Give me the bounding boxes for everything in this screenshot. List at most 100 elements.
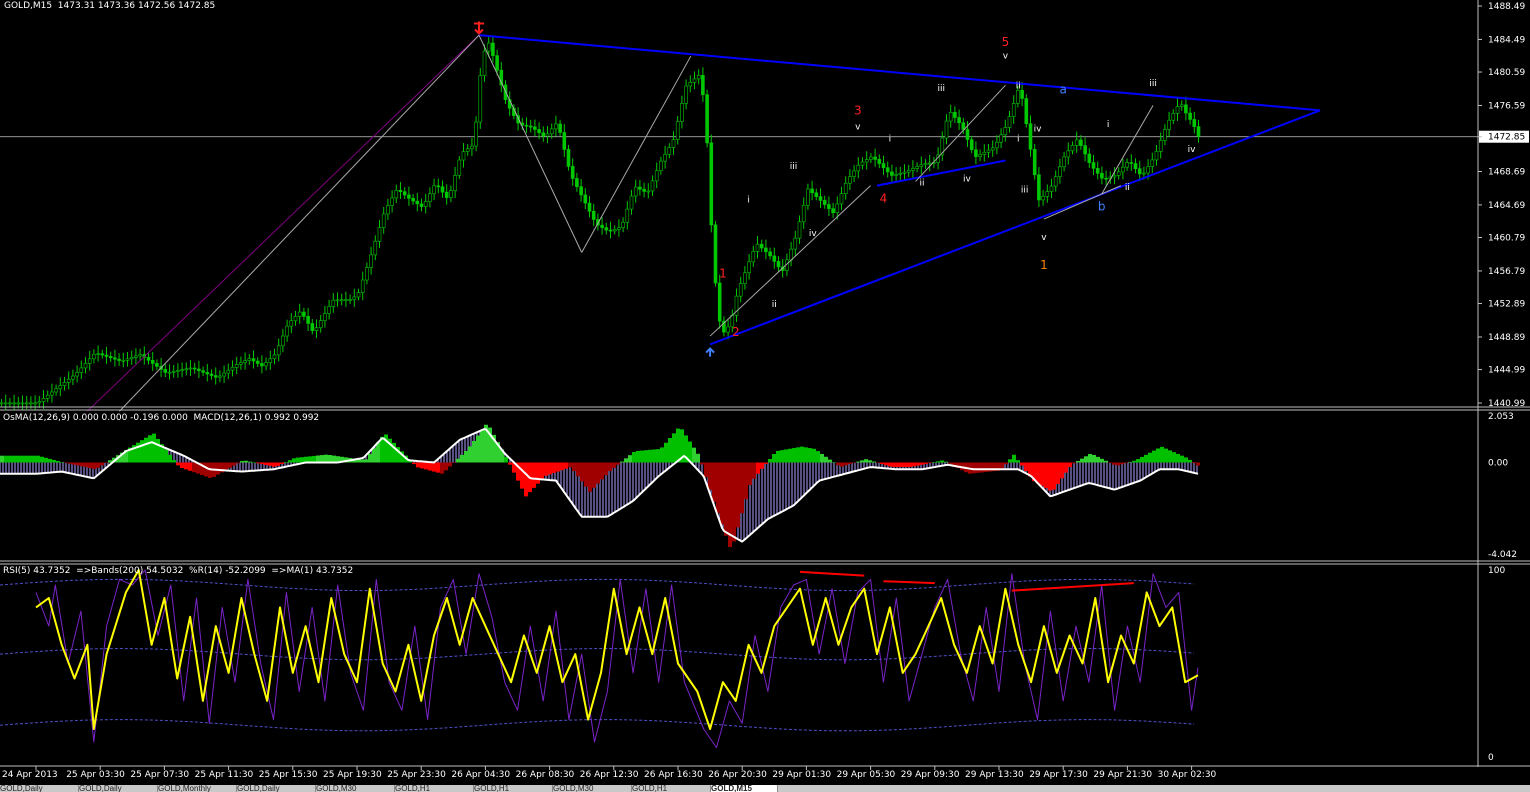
osma-bar	[424, 462, 428, 470]
candle-body	[789, 248, 793, 261]
candle-body	[583, 194, 588, 204]
tab-gold-m30[interactable]: GOLD,M30	[316, 785, 395, 792]
candle-body	[104, 354, 109, 357]
osma-bar	[464, 450, 468, 463]
candle-body	[478, 75, 483, 123]
candle-body	[806, 188, 810, 206]
divergence-line	[799, 570, 865, 577]
osma-bar	[744, 462, 748, 500]
osma-bar	[1160, 446, 1164, 463]
osma-bar	[1184, 457, 1188, 463]
tab-gold-h1[interactable]: GOLD,H1	[395, 785, 474, 792]
candle-body	[1142, 172, 1146, 175]
time-tick-label: 29 Apr 01:30	[772, 770, 831, 780]
candle-body	[24, 402, 29, 405]
osma-bar	[180, 462, 184, 468]
tab-gold-daily[interactable]: GOLD,Daily	[0, 785, 79, 792]
time-tick-label: 25 Apr 07:30	[130, 770, 189, 780]
candle-body	[394, 189, 399, 199]
candle-body	[1024, 98, 1029, 124]
candle-body	[1146, 166, 1150, 174]
osma-bar	[1072, 462, 1076, 464]
osma-bar	[1164, 448, 1168, 463]
candle-body	[633, 186, 638, 197]
tab-gold-h1[interactable]: GOLD,H1	[632, 785, 711, 792]
osma-bar	[448, 462, 452, 467]
time-tick-label: 25 Apr 03:30	[66, 770, 125, 780]
candle-body	[83, 363, 88, 369]
osma-bar	[8, 455, 12, 463]
candle-body	[251, 358, 256, 362]
osma-bar	[368, 453, 372, 463]
osma-bar	[0, 455, 4, 463]
candle-body	[650, 180, 655, 192]
osma-bar	[876, 462, 880, 463]
osma-bar	[628, 455, 632, 463]
osma-bar	[920, 462, 924, 465]
osma-bar	[652, 449, 656, 463]
osma-bar	[312, 455, 316, 463]
tab-gold-m30[interactable]: GOLD,M30	[553, 785, 632, 792]
candle-body	[201, 370, 205, 373]
candle-body	[831, 208, 835, 214]
wave-label: 5	[1002, 35, 1010, 49]
osma-bar	[1008, 459, 1012, 463]
candle-body	[1087, 153, 1092, 163]
osma-bar	[332, 455, 336, 463]
candle-body	[797, 221, 802, 239]
candle-body	[113, 357, 117, 360]
osma-bar	[144, 437, 148, 463]
candle-body	[558, 123, 562, 133]
osma-bar	[704, 462, 708, 478]
candle-body	[222, 372, 226, 377]
osma-bar	[668, 438, 672, 463]
candle-body	[881, 163, 886, 169]
osma-bar	[460, 454, 464, 463]
candle-body	[1196, 126, 1201, 137]
candle-body	[885, 167, 890, 173]
candle-body	[1171, 113, 1176, 121]
osma-bar	[428, 462, 432, 471]
candle-body	[570, 166, 575, 179]
osma-bar	[360, 459, 364, 463]
time-tick-label: 30 Apr 02:30	[1158, 770, 1217, 780]
tab-gold-m15[interactable]: GOLD,M15	[711, 785, 778, 792]
osma-bar	[724, 462, 728, 536]
rsi-panel[interactable]	[0, 569, 1199, 749]
wave-label: iv	[1034, 124, 1043, 134]
osma-bar	[756, 462, 760, 474]
candle-body	[415, 200, 420, 205]
osma-bar	[216, 462, 220, 475]
candle-body	[390, 197, 394, 206]
osma-bar	[440, 462, 444, 474]
candle-body	[79, 367, 84, 373]
osma-bar	[420, 462, 424, 469]
time-tick-label: 26 Apr 20:30	[708, 770, 767, 780]
price-panel[interactable]: 123451abiiiiiiivviiiiiiivviiiiviiiviiiii…	[0, 21, 1478, 412]
tab-gold-h1[interactable]: GOLD,H1	[474, 785, 553, 792]
osma-macd-panel[interactable]	[0, 424, 1200, 547]
candle-body	[545, 133, 550, 137]
price-tick-label: 1440.99	[1488, 399, 1525, 409]
candle-body	[835, 203, 840, 214]
candle-body	[587, 202, 592, 212]
osma-bar	[852, 462, 856, 463]
candle-body	[902, 171, 907, 174]
tab-gold-daily[interactable]: GOLD,Daily	[79, 785, 158, 792]
candle-body	[218, 375, 222, 378]
osma-bar	[760, 462, 764, 469]
trading-chart[interactable]: 123451abiiiiiiivviiiiiiivviiiiviiiviiiii…	[0, 0, 1530, 785]
osma-bar	[836, 462, 840, 466]
candle-body	[129, 357, 134, 360]
candle-body	[234, 364, 239, 368]
candle-body	[1163, 129, 1167, 141]
osma-bar	[576, 462, 580, 477]
candle-body	[302, 311, 306, 317]
bollinger-band-lower	[0, 719, 1195, 732]
tab-gold-daily[interactable]: GOLD,Daily	[237, 785, 316, 792]
tab-gold-monthly[interactable]: GOLD,Monthly	[158, 785, 237, 792]
osma-bar	[20, 455, 24, 463]
divergence-line	[883, 580, 935, 585]
candle-body	[1041, 196, 1045, 201]
wave-label: iv	[809, 229, 818, 239]
